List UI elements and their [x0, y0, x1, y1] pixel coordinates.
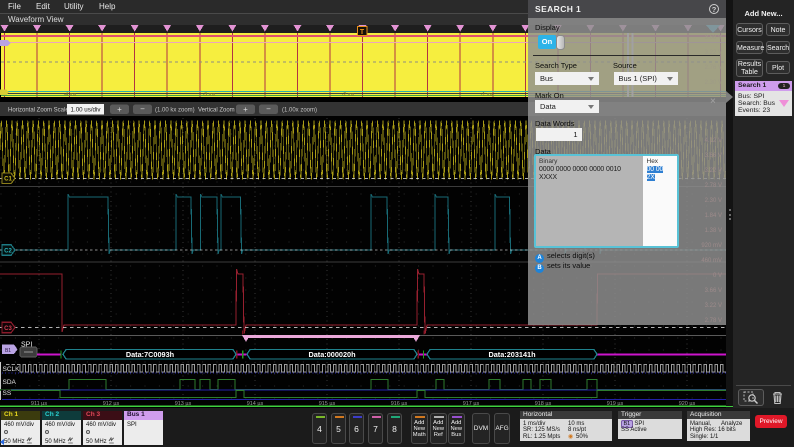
svg-text:Data:000020h: Data:000020h	[308, 350, 355, 359]
svg-text:Data:203141h: Data:203141h	[488, 350, 535, 359]
svg-text:−: −	[140, 105, 145, 114]
svg-text:(1.00 kx zoom): (1.00 kx zoom)	[155, 108, 195, 114]
svg-text:B1: B1	[5, 348, 11, 354]
svg-text:-4 ms: -4 ms	[64, 92, 77, 98]
svg-text:SCLK: SCLK	[3, 366, 21, 373]
svg-text:C2: C2	[4, 248, 12, 254]
svg-text:-2 ms: -2 ms	[342, 92, 355, 98]
svg-text:1.00 us/div: 1.00 us/div	[71, 107, 102, 114]
svg-text:Vertical Zoom: Vertical Zoom	[198, 108, 235, 114]
svg-text:SDA: SDA	[3, 379, 17, 386]
svg-text:SS: SS	[3, 390, 12, 397]
svg-text:−: −	[266, 105, 271, 114]
svg-text:C1: C1	[4, 177, 12, 183]
svg-text:C3: C3	[4, 326, 12, 332]
svg-text:-1 ms: -1 ms	[481, 92, 494, 98]
svg-text:Data:7C0093h: Data:7C0093h	[126, 350, 174, 359]
svg-text:T: T	[360, 29, 365, 36]
svg-text:(1.00x zoom): (1.00x zoom)	[282, 108, 317, 114]
svg-text:+: +	[243, 105, 248, 114]
svg-text:-3 ms: -3 ms	[203, 92, 216, 98]
svg-text:Horizontal Zoom Scale: Horizontal Zoom Scale	[8, 108, 69, 114]
svg-text:+: +	[117, 105, 122, 114]
